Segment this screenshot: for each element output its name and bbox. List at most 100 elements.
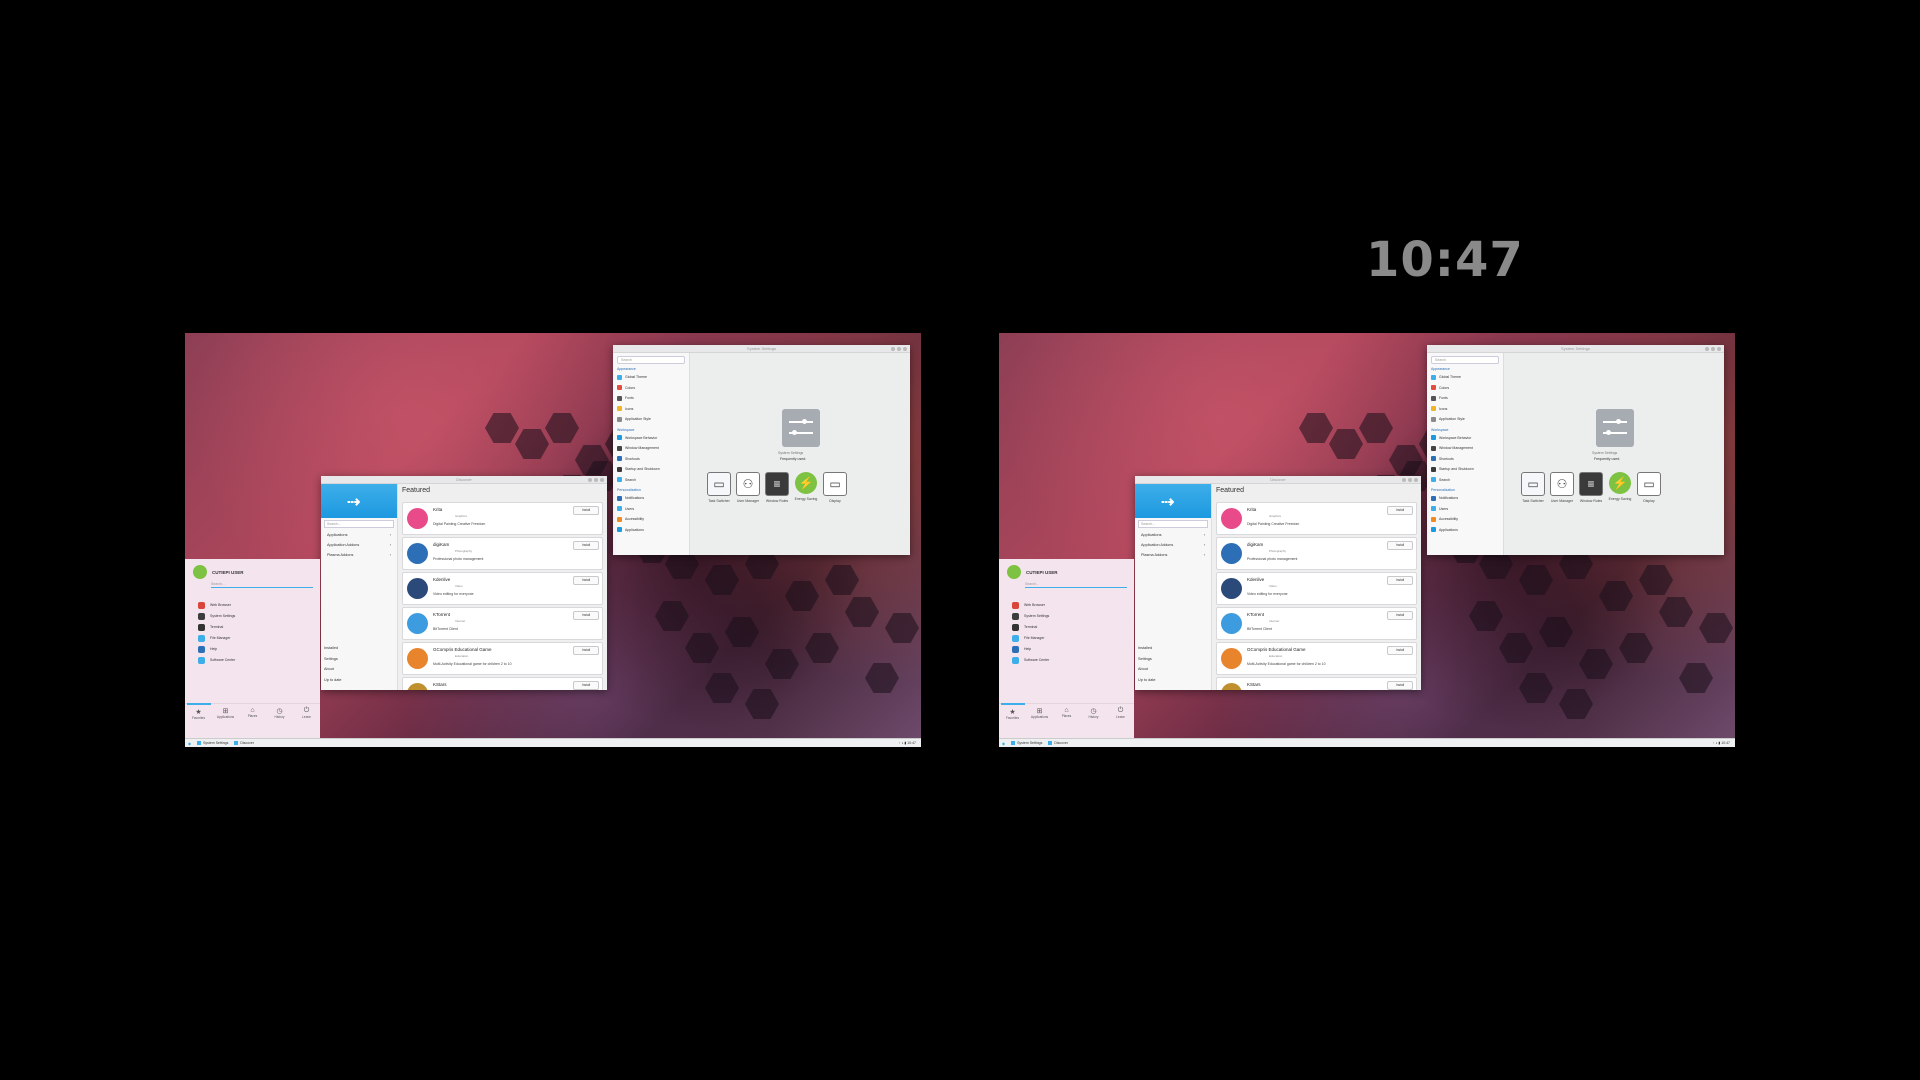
launcher-tab[interactable]: ⏻ Leave	[1109, 704, 1133, 730]
launcher-tab[interactable]: ⌂ Places	[1055, 704, 1079, 730]
settings-sidebar-item[interactable]: Workspace Behavior	[1427, 433, 1503, 444]
discover-bottom-item[interactable]: About	[324, 667, 342, 678]
launcher-tab[interactable]: ★ Favorites	[1000, 703, 1025, 730]
install-button[interactable]: Install	[1387, 646, 1413, 655]
discover-nav-item[interactable]: Plasma Addons ›	[321, 550, 397, 560]
launcher-favorite-item[interactable]: Help	[999, 644, 1134, 654]
discover-bottom-item[interactable]: Settings	[1138, 657, 1156, 668]
settings-sidebar-item[interactable]: Applications	[613, 525, 689, 536]
app-card[interactable]: Kdenlive Video Video editing for everyone I…	[1216, 572, 1417, 605]
volume-icon[interactable]: ◖	[901, 741, 903, 745]
settings-sidebar-item[interactable]: Colors	[613, 383, 689, 394]
app-card[interactable]: digiKam Photography Professional photo man…	[1216, 537, 1417, 570]
tray-clock[interactable]: 10:47	[1721, 741, 1730, 745]
discover-bottom-item[interactable]: Installed	[1138, 646, 1156, 657]
launcher-favorite-item[interactable]: Software Center	[185, 655, 320, 665]
discover-search-input[interactable]: Search...	[324, 520, 394, 528]
battery-icon[interactable]: ▮	[1718, 741, 1720, 745]
settings-titlebar[interactable]: System Settings	[1427, 345, 1724, 353]
app-card[interactable]: KStarsAstronomyDesktop PlanetariumInstal…	[402, 677, 603, 690]
settings-sidebar-item[interactable]: Icons	[1427, 404, 1503, 415]
discover-bottom-item[interactable]: Up to date	[1138, 678, 1156, 689]
install-button[interactable]: Install	[573, 576, 599, 585]
taskbar-task[interactable]: System Settings	[1011, 741, 1042, 745]
discover-bottom-item[interactable]: Installed	[324, 646, 342, 657]
launcher-favorite-item[interactable]: File Manager	[999, 633, 1134, 643]
settings-sidebar-item[interactable]: Notifications	[1427, 493, 1503, 504]
app-card[interactable]: Krita Graphics Digital Painting Creative F…	[1216, 502, 1417, 535]
minimize-icon[interactable]	[1705, 347, 1709, 351]
settings-sidebar-item[interactable]: Shortcuts	[1427, 454, 1503, 465]
settings-sidebar-item[interactable]: Search	[613, 475, 689, 486]
app-card[interactable]: digiKam Photography Professional photo man…	[402, 537, 603, 570]
quick-setting-item[interactable]: ⚡ Energy Saving	[792, 472, 820, 501]
settings-sidebar-item[interactable]: Accessibility	[613, 514, 689, 525]
settings-search-input[interactable]: Search	[617, 356, 685, 364]
settings-sidebar-item[interactable]: Colors	[1427, 383, 1503, 394]
settings-sidebar-item[interactable]: Notifications	[613, 493, 689, 504]
quick-setting-item[interactable]: ▭ Task Switcher	[1519, 472, 1547, 503]
settings-sidebar-item[interactable]: Fonts	[1427, 393, 1503, 404]
settings-sidebar-item[interactable]: Shortcuts	[613, 454, 689, 465]
discover-bottom-item[interactable]: Up to date	[324, 678, 342, 689]
system-settings-window[interactable]: System Settings Search Appearance Global…	[613, 345, 910, 555]
discover-search-input[interactable]: Search...	[1138, 520, 1208, 528]
quick-setting-item[interactable]: ⚇ User Manager	[734, 472, 762, 503]
network-icon[interactable]: ↑	[1712, 741, 1714, 745]
launcher-favorite-item[interactable]: Software Center	[999, 655, 1134, 665]
discover-bottom-item[interactable]: Settings	[324, 657, 342, 668]
system-settings-window[interactable]: System Settings Search Appearance Global…	[1427, 345, 1724, 555]
battery-icon[interactable]: ▮	[904, 741, 906, 745]
settings-sidebar-item[interactable]: Workspace Behavior	[613, 433, 689, 444]
minimize-icon[interactable]	[891, 347, 895, 351]
settings-titlebar[interactable]: System Settings	[613, 345, 910, 353]
install-button[interactable]: Install	[1387, 611, 1413, 620]
settings-sidebar-item[interactable]: Global Theme	[1427, 372, 1503, 383]
install-button[interactable]: Install	[573, 506, 599, 515]
taskbar-task[interactable]: Discover	[234, 741, 254, 745]
discover-nav-item[interactable]: Applications ›	[321, 530, 397, 540]
launcher-search-input[interactable]: Search...	[211, 581, 313, 588]
app-card[interactable]: Kdenlive Video Video editing for everyone I…	[402, 572, 603, 605]
tray-clock[interactable]: 10:47	[907, 741, 916, 745]
settings-sidebar-item[interactable]: Fonts	[613, 393, 689, 404]
launcher-favorite-item[interactable]: Web Browser	[185, 600, 320, 610]
app-card[interactable]: KStarsAstronomyDesktop PlanetariumInstal…	[1216, 677, 1417, 690]
launcher-favorite-item[interactable]: Terminal	[999, 622, 1134, 632]
app-card[interactable]: KTorrent Internet BitTorrent Client Install	[1216, 607, 1417, 640]
launcher-tab[interactable]: ⊞ Applications	[214, 704, 238, 730]
minimize-icon[interactable]	[1402, 478, 1406, 482]
install-button[interactable]: Install	[1387, 541, 1413, 550]
install-button[interactable]: Install	[573, 646, 599, 655]
discover-nav-item[interactable]: Application Addons ›	[321, 540, 397, 550]
maximize-icon[interactable]	[594, 478, 598, 482]
app-card[interactable]: GCompris Educational Game Education Multi-…	[402, 642, 603, 675]
discover-nav-item[interactable]: Application Addons ›	[1135, 540, 1211, 550]
settings-sidebar-item[interactable]: Application Style	[1427, 414, 1503, 425]
settings-sidebar-item[interactable]: Global Theme	[613, 372, 689, 383]
quick-setting-item[interactable]: ⚇ User Manager	[1548, 472, 1576, 503]
volume-icon[interactable]: ◖	[1715, 741, 1717, 745]
launcher-favorite-item[interactable]: System Settings	[185, 611, 320, 621]
launcher-tab[interactable]: ⊞ Applications	[1028, 704, 1052, 730]
discover-nav-item[interactable]: Plasma Addons ›	[1135, 550, 1211, 560]
launcher-tab[interactable]: ★ Favorites	[186, 703, 211, 730]
avatar[interactable]	[193, 565, 207, 579]
avatar[interactable]	[1007, 565, 1021, 579]
discover-nav-item[interactable]: Applications ›	[1135, 530, 1211, 540]
quick-setting-item[interactable]: ≡ Window Rules	[1577, 472, 1605, 503]
launcher-favorite-item[interactable]: File Manager	[185, 633, 320, 643]
quick-setting-item[interactable]: ⚡ Energy Saving	[1606, 472, 1634, 501]
settings-sidebar-item[interactable]: Startup and Shutdown	[613, 464, 689, 475]
app-card[interactable]: Krita Graphics Digital Painting Creative F…	[402, 502, 603, 535]
settings-sidebar-item[interactable]: Window Management	[613, 443, 689, 454]
discover-bottom-item[interactable]: About	[1138, 667, 1156, 678]
settings-sidebar-item[interactable]: Startup and Shutdown	[1427, 464, 1503, 475]
launcher-tab[interactable]: ◷ History	[1082, 704, 1106, 730]
maximize-icon[interactable]	[1711, 347, 1715, 351]
settings-sidebar-item[interactable]: Application Style	[613, 414, 689, 425]
install-button[interactable]: Install	[1387, 681, 1413, 690]
app-card[interactable]: GCompris Educational Game Education Multi-…	[1216, 642, 1417, 675]
settings-sidebar-item[interactable]: Icons	[613, 404, 689, 415]
install-button[interactable]: Install	[573, 611, 599, 620]
